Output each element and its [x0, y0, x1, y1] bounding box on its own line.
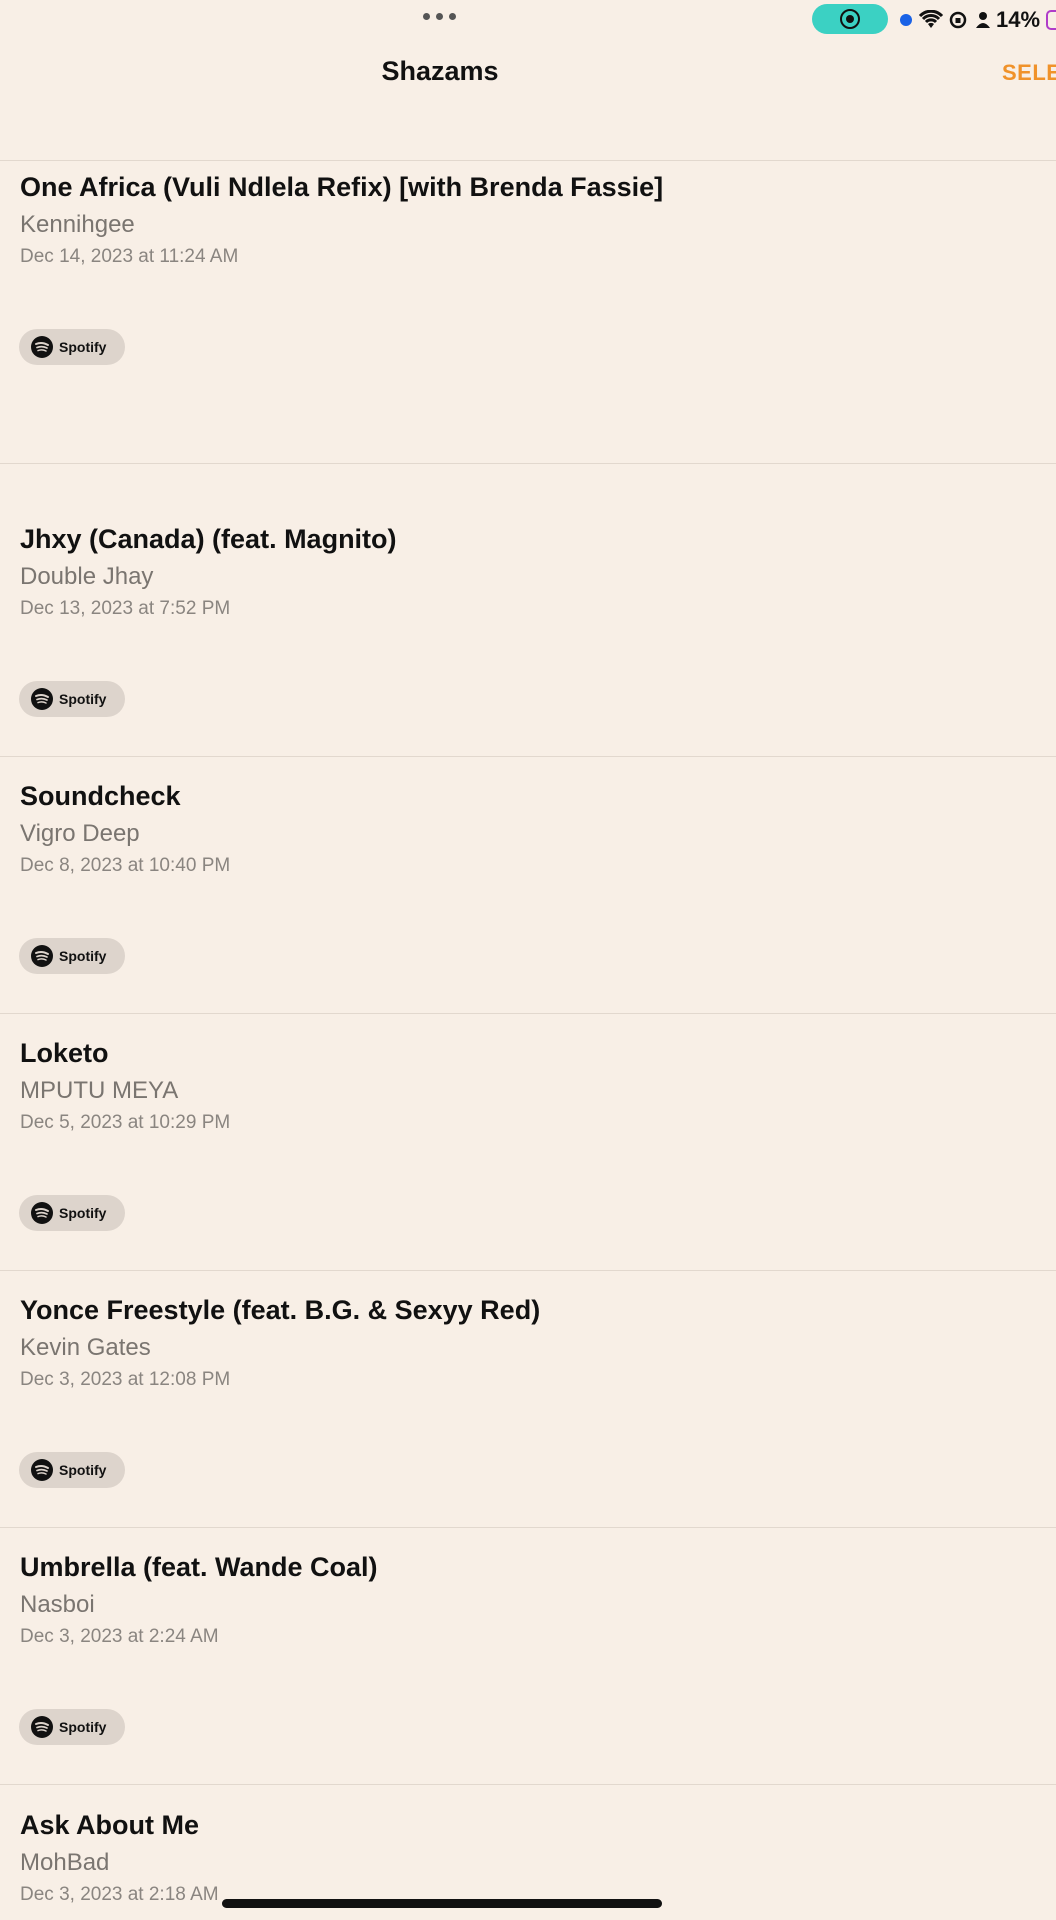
spotify-button[interactable]: Spotify	[19, 1452, 125, 1488]
artist-name: MPUTU MEYA	[20, 1077, 179, 1104]
page-title: Shazams	[381, 56, 499, 86]
divider	[0, 756, 1056, 757]
divider	[0, 1270, 1056, 1271]
spotify-button[interactable]: Spotify	[19, 938, 125, 974]
artist-name: Nasboi	[20, 1591, 95, 1618]
artist-name: Kennihgee	[20, 211, 135, 238]
service-label: Spotify	[59, 948, 107, 964]
record-icon	[840, 9, 860, 29]
select-button[interactable]: SELE	[1002, 60, 1056, 86]
song-title: Umbrella (feat. Wande Coal)	[20, 1552, 378, 1582]
wifi-icon	[918, 8, 944, 32]
spotify-button[interactable]: Spotify	[19, 681, 125, 717]
spotify-icon	[31, 945, 53, 967]
spotify-icon	[31, 688, 53, 710]
spotify-button[interactable]: Spotify	[19, 1709, 125, 1745]
shazam-date: Dec 13, 2023 at 7:52 PM	[20, 598, 231, 619]
service-label: Spotify	[59, 1205, 107, 1221]
artist-name: MohBad	[20, 1849, 110, 1876]
shazam-date: Dec 14, 2023 at 11:24 AM	[20, 246, 239, 267]
spotify-icon	[31, 1202, 53, 1224]
multitasking-dots-icon[interactable]	[423, 13, 456, 20]
home-indicator[interactable]	[222, 1899, 662, 1908]
service-label: Spotify	[59, 1719, 107, 1735]
divider	[0, 1013, 1056, 1014]
spotify-icon	[31, 1459, 53, 1481]
shazam-date: Dec 3, 2023 at 2:24 AM	[20, 1626, 219, 1647]
screen-recording-indicator[interactable]	[812, 4, 888, 34]
artist-name: Vigro Deep	[20, 820, 140, 847]
battery-icon	[1046, 10, 1056, 30]
person-icon	[974, 8, 992, 32]
divider	[0, 160, 1056, 161]
service-label: Spotify	[59, 691, 107, 707]
divider	[0, 1527, 1056, 1528]
song-title: Loketo	[20, 1038, 109, 1068]
shazam-date: Dec 5, 2023 at 10:29 PM	[20, 1112, 231, 1133]
service-label: Spotify	[59, 339, 107, 355]
artist-name: Double Jhay	[20, 563, 154, 590]
orientation-lock-icon	[948, 8, 968, 32]
shazam-date: Dec 3, 2023 at 2:18 AM	[20, 1884, 219, 1905]
song-title: Ask About Me	[20, 1810, 200, 1840]
battery-percentage: 14%	[996, 7, 1041, 32]
song-title: Yonce Freestyle (feat. B.G. & Sexyy Red)	[20, 1295, 541, 1325]
spotify-button[interactable]: Spotify	[19, 329, 125, 365]
song-title: Jhxy (Canada) (feat. Magnito)	[20, 524, 397, 554]
song-title: Soundcheck	[20, 781, 181, 811]
status-bar: 14%	[0, 0, 1056, 40]
location-dot-icon	[900, 14, 912, 26]
spotify-button[interactable]: Spotify	[19, 1195, 125, 1231]
shazam-date: Dec 3, 2023 at 12:08 PM	[20, 1369, 231, 1390]
artist-name: Kevin Gates	[20, 1334, 151, 1361]
spotify-icon	[31, 1716, 53, 1738]
shazam-date: Dec 8, 2023 at 10:40 PM	[20, 855, 231, 876]
divider	[0, 463, 1056, 464]
song-title: One Africa (Vuli Ndlela Refix) [with Bre…	[20, 172, 664, 202]
divider	[0, 1784, 1056, 1785]
service-label: Spotify	[59, 1462, 107, 1478]
spotify-icon	[31, 336, 53, 358]
